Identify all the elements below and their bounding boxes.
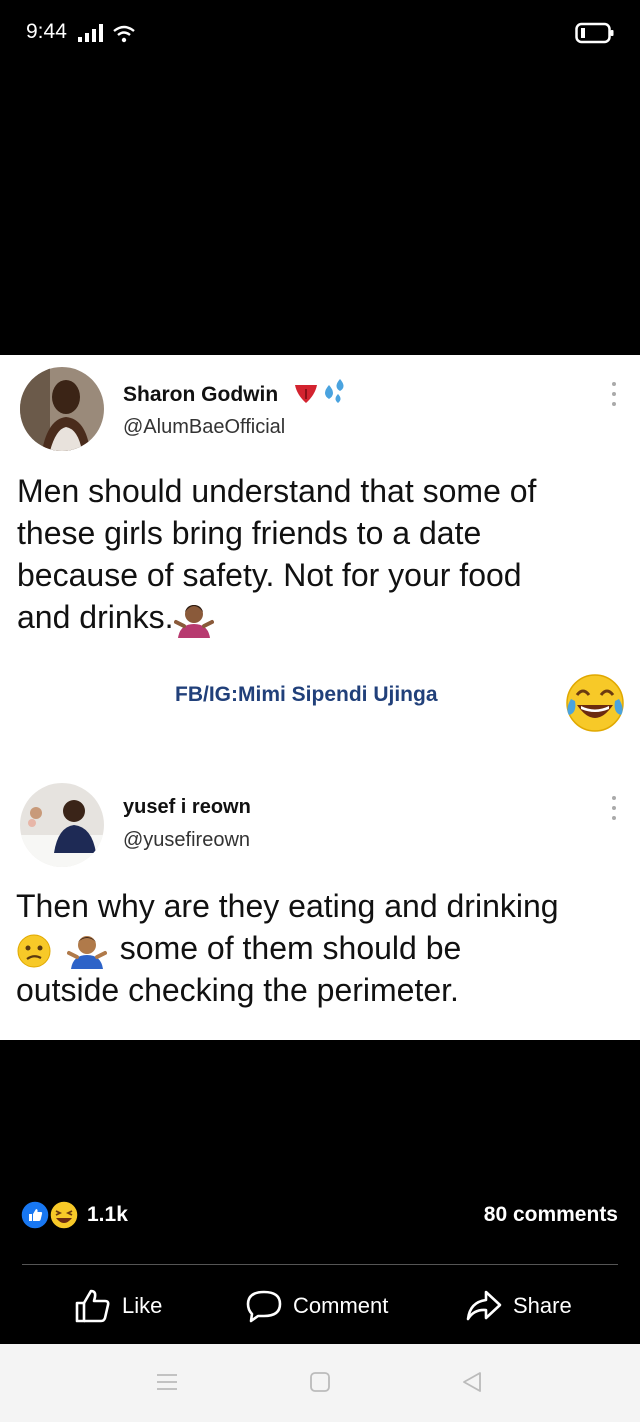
tweet-author-name[interactable]: yusef i reown (123, 796, 251, 819)
tweet-line: some of them should be (16, 927, 559, 969)
sweat-droplets-emoji (325, 379, 344, 403)
tweet-line: outside checking the perimeter. (16, 972, 459, 1008)
man-shrugging-emoji (66, 935, 107, 969)
tweet-text: Then why are they eating and drinking so… (16, 885, 559, 1011)
tweet-author-handle[interactable]: @AlumBaeOfficial (123, 416, 285, 439)
tweet-line: Then why are they eating and drinking (16, 888, 559, 924)
menu-icon[interactable] (155, 1370, 179, 1394)
divider (22, 1264, 618, 1265)
reactions-row[interactable]: 1.1k 80 comments (0, 1195, 640, 1235)
confused-face-emoji (17, 934, 51, 968)
home-icon[interactable] (308, 1370, 332, 1394)
tears-of-joy-emoji (566, 674, 624, 732)
comment-icon (246, 1290, 282, 1323)
status-time: 9:44 (26, 20, 67, 43)
like-icon (75, 1289, 110, 1323)
reaction-count[interactable]: 1.1k (87, 1203, 128, 1227)
share-button[interactable]: Share (465, 1286, 572, 1326)
comment-label: Comment (293, 1293, 389, 1318)
like-button[interactable]: Like (74, 1286, 162, 1326)
wifi-icon (113, 25, 135, 43)
tweet-text: Men should understand that some of these… (17, 470, 536, 638)
person-shrugging-emoji (173, 604, 214, 638)
tweet-line: these girls bring friends to a date (17, 515, 482, 551)
back-icon[interactable] (460, 1370, 484, 1394)
like-reaction-icon (20, 1200, 50, 1230)
haha-reaction-icon (49, 1200, 79, 1230)
tweet-line: Men should understand that some of (17, 473, 537, 509)
battery-icon (575, 22, 614, 44)
status-bar: 9:44 (0, 0, 640, 70)
watermark-text: FB/IG:Mimi Sipendi Ujinga (175, 683, 438, 706)
sharon-avatar[interactable] (20, 367, 104, 451)
reaction-icons[interactable] (20, 1200, 82, 1230)
comments-count[interactable]: 80 comments (484, 1203, 618, 1227)
like-label: Like (122, 1293, 163, 1318)
tongue-emoji (295, 385, 317, 403)
share-icon (466, 1290, 502, 1321)
tweet-author-name[interactable]: Sharon Godwin (123, 383, 278, 407)
tweet-author-handle[interactable]: @yusefireown (123, 829, 250, 852)
tweet-line-text: and drinks. (17, 599, 174, 635)
more-options-icon[interactable] (611, 381, 617, 407)
tweet-line: and drinks. (17, 596, 536, 638)
post-image[interactable]: Sharon Godwin @AlumBaeOfficial Men shoul… (0, 355, 640, 1040)
tweet-line-text: some of them should be (119, 930, 462, 966)
navigation-bar (0, 1344, 640, 1422)
signal-icon (78, 24, 103, 42)
comment-button[interactable]: Comment (245, 1286, 388, 1326)
share-label: Share (513, 1293, 572, 1318)
more-options-icon[interactable] (611, 795, 617, 821)
tweet-line: because of safety. Not for your food (17, 557, 522, 593)
yusef-avatar[interactable] (20, 783, 104, 867)
